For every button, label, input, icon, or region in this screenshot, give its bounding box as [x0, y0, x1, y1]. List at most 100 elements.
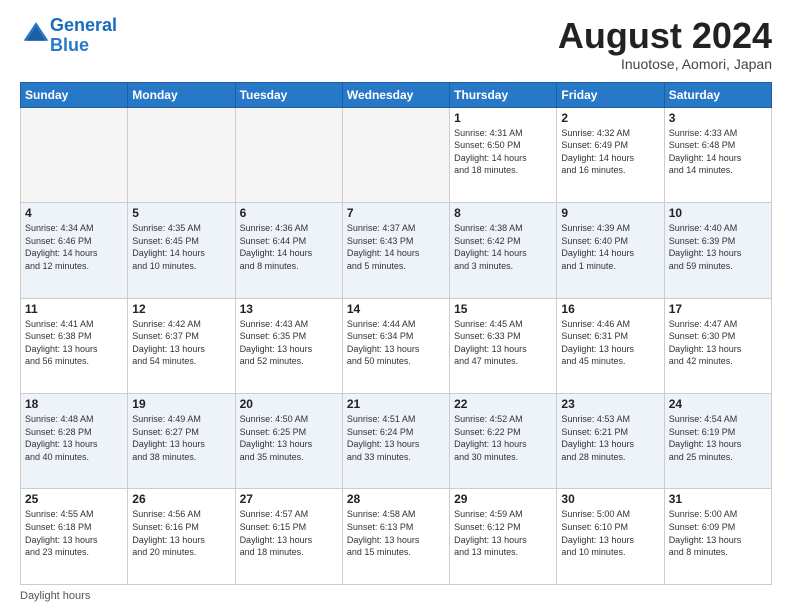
- col-monday: Monday: [128, 82, 235, 107]
- calendar-cell: 23Sunrise: 4:53 AM Sunset: 6:21 PM Dayli…: [557, 394, 664, 489]
- calendar-cell: 31 Sunrise: 5:00 AM Sunset: 6:09 PM Dayli…: [664, 489, 771, 585]
- calendar-cell: 25 Sunrise: 4:55 AM Sunset: 6:18 PM Dayli…: [21, 489, 128, 585]
- calendar-cell: [342, 107, 449, 202]
- day-info: Sunrise: 4:46 AM Sunset: 6:31 PM Dayligh…: [561, 318, 659, 368]
- day-info: Sunrise: 4:45 AM Sunset: 6:33 PM Dayligh…: [454, 318, 552, 368]
- col-thursday: Thursday: [450, 82, 557, 107]
- day-number: 10: [669, 206, 767, 220]
- day-number: 14: [347, 302, 445, 316]
- day-info: Sunrise: 4:48 AM Sunset: 6:28 PM Dayligh…: [25, 413, 123, 463]
- calendar-cell: 4 Sunrise: 4:34 AM Sunset: 6:46 PM Daylig…: [21, 203, 128, 298]
- calendar-cell: 22 Sunrise: 4:52 AM Sunset: 6:22 PM Dayli…: [450, 394, 557, 489]
- day-info: Sunrise: 4:36 AM Sunset: 6:44 PM Dayligh…: [240, 222, 338, 272]
- day-info: Sunrise: 4:43 AM Sunset: 6:35 PM Dayligh…: [240, 318, 338, 368]
- day-number: 29: [454, 492, 552, 506]
- calendar-cell: [128, 107, 235, 202]
- day-info: Sunrise: 4:32 AM Sunset: 6:49 PM Dayligh…: [561, 127, 659, 177]
- calendar-cell: 26Sunrise: 4:56 AM Sunset: 6:16 PM Dayli…: [128, 489, 235, 585]
- calendar-cell: 15 Sunrise: 4:45 AM Sunset: 6:33 PM Dayli…: [450, 298, 557, 393]
- col-saturday: Saturday: [664, 82, 771, 107]
- logo-blue: Blue: [50, 35, 89, 55]
- day-number: 3: [669, 111, 767, 125]
- day-info: Sunrise: 4:34 AM Sunset: 6:46 PM Dayligh…: [25, 222, 123, 272]
- calendar-cell: 11 Sunrise: 4:41 AM Sunset: 6:38 PM Dayli…: [21, 298, 128, 393]
- calendar-cell: 21Sunrise: 4:51 AM Sunset: 6:24 PM Dayli…: [342, 394, 449, 489]
- calendar-week-row-1: 4 Sunrise: 4:34 AM Sunset: 6:46 PM Daylig…: [21, 203, 772, 298]
- day-number: 20: [240, 397, 338, 411]
- day-number: 17: [669, 302, 767, 316]
- day-info: Sunrise: 4:54 AM Sunset: 6:19 PM Dayligh…: [669, 413, 767, 463]
- day-number: 8: [454, 206, 552, 220]
- day-number: 21: [347, 397, 445, 411]
- day-number: 23: [561, 397, 659, 411]
- header: General Blue August 2024 Inuotose, Aomor…: [20, 16, 772, 72]
- day-info: Sunrise: 4:38 AM Sunset: 6:42 PM Dayligh…: [454, 222, 552, 272]
- daylight-label: Daylight hours: [20, 590, 90, 602]
- calendar-week-row-3: 18 Sunrise: 4:48 AM Sunset: 6:28 PM Dayli…: [21, 394, 772, 489]
- day-info: Sunrise: 4:52 AM Sunset: 6:22 PM Dayligh…: [454, 413, 552, 463]
- day-info: Sunrise: 4:37 AM Sunset: 6:43 PM Dayligh…: [347, 222, 445, 272]
- day-number: 6: [240, 206, 338, 220]
- main-title: August 2024: [558, 16, 772, 56]
- day-number: 31: [669, 492, 767, 506]
- day-number: 27: [240, 492, 338, 506]
- calendar-cell: 16 Sunrise: 4:46 AM Sunset: 6:31 PM Dayli…: [557, 298, 664, 393]
- day-info: Sunrise: 4:56 AM Sunset: 6:16 PM Dayligh…: [132, 508, 230, 558]
- calendar-cell: 12Sunrise: 4:42 AM Sunset: 6:37 PM Dayli…: [128, 298, 235, 393]
- day-number: 13: [240, 302, 338, 316]
- day-number: 15: [454, 302, 552, 316]
- calendar-cell: 29 Sunrise: 4:59 AM Sunset: 6:12 PM Dayli…: [450, 489, 557, 585]
- day-info: Sunrise: 4:55 AM Sunset: 6:18 PM Dayligh…: [25, 508, 123, 558]
- day-info: Sunrise: 4:35 AM Sunset: 6:45 PM Dayligh…: [132, 222, 230, 272]
- calendar-cell: 1Sunrise: 4:31 AM Sunset: 6:50 PM Daylig…: [450, 107, 557, 202]
- day-info: Sunrise: 4:42 AM Sunset: 6:37 PM Dayligh…: [132, 318, 230, 368]
- day-info: Sunrise: 4:41 AM Sunset: 6:38 PM Dayligh…: [25, 318, 123, 368]
- calendar-cell: 8 Sunrise: 4:38 AM Sunset: 6:42 PM Daylig…: [450, 203, 557, 298]
- calendar-cell: 5Sunrise: 4:35 AM Sunset: 6:45 PM Daylig…: [128, 203, 235, 298]
- day-info: Sunrise: 4:50 AM Sunset: 6:25 PM Dayligh…: [240, 413, 338, 463]
- calendar-cell: 14Sunrise: 4:44 AM Sunset: 6:34 PM Dayli…: [342, 298, 449, 393]
- day-number: 18: [25, 397, 123, 411]
- day-number: 19: [132, 397, 230, 411]
- day-number: 2: [561, 111, 659, 125]
- col-sunday: Sunday: [21, 82, 128, 107]
- col-wednesday: Wednesday: [342, 82, 449, 107]
- calendar-header-row: Sunday Monday Tuesday Wednesday Thursday…: [21, 82, 772, 107]
- calendar-cell: 30Sunrise: 5:00 AM Sunset: 6:10 PM Dayli…: [557, 489, 664, 585]
- logo-text: General Blue: [50, 16, 117, 56]
- day-info: Sunrise: 5:00 AM Sunset: 6:09 PM Dayligh…: [669, 508, 767, 558]
- day-info: Sunrise: 5:00 AM Sunset: 6:10 PM Dayligh…: [561, 508, 659, 558]
- day-number: 24: [669, 397, 767, 411]
- day-info: Sunrise: 4:57 AM Sunset: 6:15 PM Dayligh…: [240, 508, 338, 558]
- calendar-week-row-2: 11 Sunrise: 4:41 AM Sunset: 6:38 PM Dayli…: [21, 298, 772, 393]
- day-info: Sunrise: 4:40 AM Sunset: 6:39 PM Dayligh…: [669, 222, 767, 272]
- calendar-cell: 19Sunrise: 4:49 AM Sunset: 6:27 PM Dayli…: [128, 394, 235, 489]
- day-info: Sunrise: 4:31 AM Sunset: 6:50 PM Dayligh…: [454, 127, 552, 177]
- day-info: Sunrise: 4:39 AM Sunset: 6:40 PM Dayligh…: [561, 222, 659, 272]
- day-info: Sunrise: 4:47 AM Sunset: 6:30 PM Dayligh…: [669, 318, 767, 368]
- day-number: 4: [25, 206, 123, 220]
- calendar-cell: 2 Sunrise: 4:32 AM Sunset: 6:49 PM Daylig…: [557, 107, 664, 202]
- col-friday: Friday: [557, 82, 664, 107]
- day-number: 25: [25, 492, 123, 506]
- col-tuesday: Tuesday: [235, 82, 342, 107]
- calendar-cell: 18 Sunrise: 4:48 AM Sunset: 6:28 PM Dayli…: [21, 394, 128, 489]
- logo: General Blue: [20, 16, 117, 56]
- footer: Daylight hours: [20, 590, 772, 602]
- calendar-cell: 28Sunrise: 4:58 AM Sunset: 6:13 PM Dayli…: [342, 489, 449, 585]
- logo-icon: [22, 19, 50, 47]
- calendar-cell: 9Sunrise: 4:39 AM Sunset: 6:40 PM Daylig…: [557, 203, 664, 298]
- day-number: 22: [454, 397, 552, 411]
- calendar-cell: 7 Sunrise: 4:37 AM Sunset: 6:43 PM Daylig…: [342, 203, 449, 298]
- calendar-cell: 13 Sunrise: 4:43 AM Sunset: 6:35 PM Dayli…: [235, 298, 342, 393]
- day-number: 16: [561, 302, 659, 316]
- day-number: 28: [347, 492, 445, 506]
- day-info: Sunrise: 4:59 AM Sunset: 6:12 PM Dayligh…: [454, 508, 552, 558]
- calendar-cell: 24 Sunrise: 4:54 AM Sunset: 6:19 PM Dayli…: [664, 394, 771, 489]
- calendar-cell: 6 Sunrise: 4:36 AM Sunset: 6:44 PM Daylig…: [235, 203, 342, 298]
- calendar-cell: 3Sunrise: 4:33 AM Sunset: 6:48 PM Daylig…: [664, 107, 771, 202]
- day-number: 11: [25, 302, 123, 316]
- calendar-week-row-0: 1Sunrise: 4:31 AM Sunset: 6:50 PM Daylig…: [21, 107, 772, 202]
- calendar-cell: 10 Sunrise: 4:40 AM Sunset: 6:39 PM Dayli…: [664, 203, 771, 298]
- day-number: 7: [347, 206, 445, 220]
